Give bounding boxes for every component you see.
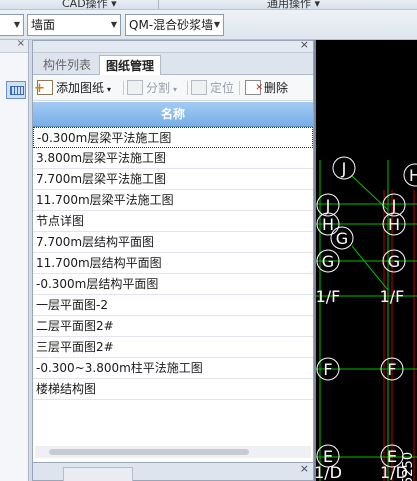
locate-label: 定位 <box>210 81 235 95</box>
add-drawing-button[interactable]: 添加图纸▾ <box>34 79 111 97</box>
panel-tabs: 构件列表 图纸管理 <box>33 53 313 75</box>
element-type-value: 墙面 <box>31 18 56 32</box>
locate-icon <box>191 80 207 95</box>
panel-header: × <box>33 38 313 53</box>
chevron-down-icon[interactable]: ▾ <box>173 85 177 94</box>
drawing-toolbar: 添加图纸▾ 分割▾ 定位 删除 <box>33 75 313 101</box>
list-item[interactable]: 11.700m层梁平法施工图 <box>33 190 313 211</box>
split-icon <box>127 80 143 95</box>
list-item[interactable]: 7.700m层梁平法施工图 <box>33 169 313 190</box>
delete-icon <box>245 79 263 97</box>
axis-label: F <box>323 360 332 379</box>
axis-label: H <box>409 166 417 185</box>
cad-ops-menu[interactable]: CAD操作 ▾ <box>62 0 117 9</box>
floor-combo[interactable]: ▼ <box>0 14 24 36</box>
ribbon-bar: CAD操作 ▾ 通用操作 ▾ <box>0 0 417 10</box>
axis-label: H <box>388 215 400 234</box>
left-panel-header: × <box>0 38 28 53</box>
axis-label: J <box>391 196 397 215</box>
locate-button[interactable]: 定位 <box>191 79 234 97</box>
column-header-name[interactable]: 名称 <box>33 102 313 127</box>
axis-label: 1/D <box>316 463 342 481</box>
axis-label: G <box>322 252 334 271</box>
add-drawing-icon <box>34 80 53 95</box>
axis-label: J <box>341 159 347 178</box>
property-toolbar: ▼ 墙面 ▼ QM-混合砂浆墙 ▼ <box>0 10 417 40</box>
split-label: 分割 <box>146 81 171 95</box>
list-item[interactable]: 3.800m层梁平法施工图 <box>33 148 313 169</box>
toolbar-separator <box>123 81 124 95</box>
axis-label: F <box>387 360 396 379</box>
general-ops-menu[interactable]: 通用操作 ▾ <box>267 0 320 9</box>
list-item[interactable]: 楼梯结构图 <box>33 379 313 400</box>
close-icon[interactable]: × <box>300 462 309 475</box>
horizontal-scrollbar[interactable] <box>35 446 311 458</box>
list-item[interactable]: -0.300m层结构平面图 <box>33 274 313 295</box>
ribbon-separator <box>158 0 159 9</box>
list-item[interactable]: 7.700m层结构平面图 <box>33 232 313 253</box>
element-name-combo[interactable]: QM-混合砂浆墙 ▼ <box>125 14 224 36</box>
list-item[interactable]: 节点详图 <box>33 211 313 232</box>
cad-drawing-svg[interactable]: J HJ JH HGG G1/F 1/FF FE E1/D 1/D 5250 <box>316 40 417 481</box>
list-item[interactable]: 一层平面图-2 <box>33 295 313 316</box>
axis-label: 1/F <box>316 287 340 306</box>
list-item[interactable]: 11.700m层结构平面图 <box>33 253 313 274</box>
add-drawing-label: 添加图纸 <box>56 81 105 95</box>
bottom-dock-panel: × <box>32 462 314 481</box>
grid-view-icon[interactable] <box>6 81 26 99</box>
axis-label: J <box>325 196 331 215</box>
close-icon[interactable]: × <box>17 38 25 49</box>
tab-drawing-manager[interactable]: 图纸管理 <box>99 55 162 75</box>
drawing-list: -0.300m层梁平法施工图 3.800m层梁平法施工图 7.700m层梁平法施工图… <box>33 127 313 400</box>
drawing-list-table: 名称 -0.300m层梁平法施工图 3.800m层梁平法施工图 7.700m层梁平法… <box>33 102 313 481</box>
axis-label: G <box>336 229 348 248</box>
list-item[interactable]: -0.300~3.800m柱平法施工图 <box>33 358 313 379</box>
axis-label: G <box>388 252 400 271</box>
cad-drawing-canvas[interactable]: J H J J H H G G G 1/F 1/F F F E E 1/D 1/D 5250 <box>316 40 417 481</box>
dimension-text: 5250 <box>401 452 416 481</box>
close-icon[interactable]: × <box>300 38 309 51</box>
split-button[interactable]: 分割 ▾ <box>127 79 177 97</box>
scrollbar-thumb[interactable] <box>49 449 249 455</box>
list-item[interactable]: 三层平面图2# <box>33 337 313 358</box>
delete-button[interactable]: 删除 <box>245 79 288 97</box>
axis-label: H <box>322 215 334 234</box>
left-dock-panel: × <box>0 38 29 481</box>
axis-label: 1/F <box>380 287 405 306</box>
drawing-manager-panel: × 构件列表 图纸管理 添加图纸▾ 分割▾ 定位 删除 名称 -0.300m层梁… <box>32 38 314 481</box>
list-item[interactable]: 二层平面图2# <box>33 316 313 337</box>
axis-bubbles: J HJ JH HGG G1/F 1/FF FE E1/D 1/D <box>316 156 417 481</box>
toolbar-separator <box>187 81 188 95</box>
toolbar-separator <box>239 81 240 95</box>
element-name-value: QM-混合砂浆墙 <box>129 18 214 32</box>
bottom-panel-tab[interactable] <box>63 467 133 481</box>
chevron-down-icon[interactable]: ▼ <box>214 15 220 35</box>
element-type-combo[interactable]: 墙面 ▼ <box>27 14 121 36</box>
leader-line <box>351 245 389 291</box>
chevron-down-icon[interactable]: ▼ <box>14 15 20 35</box>
chevron-down-icon[interactable]: ▾ <box>107 85 111 94</box>
delete-label: 删除 <box>264 81 289 95</box>
list-item[interactable]: -0.300m层梁平法施工图 <box>33 127 313 148</box>
chevron-down-icon[interactable]: ▼ <box>111 15 117 35</box>
tab-component-list[interactable]: 构件列表 <box>37 55 97 75</box>
